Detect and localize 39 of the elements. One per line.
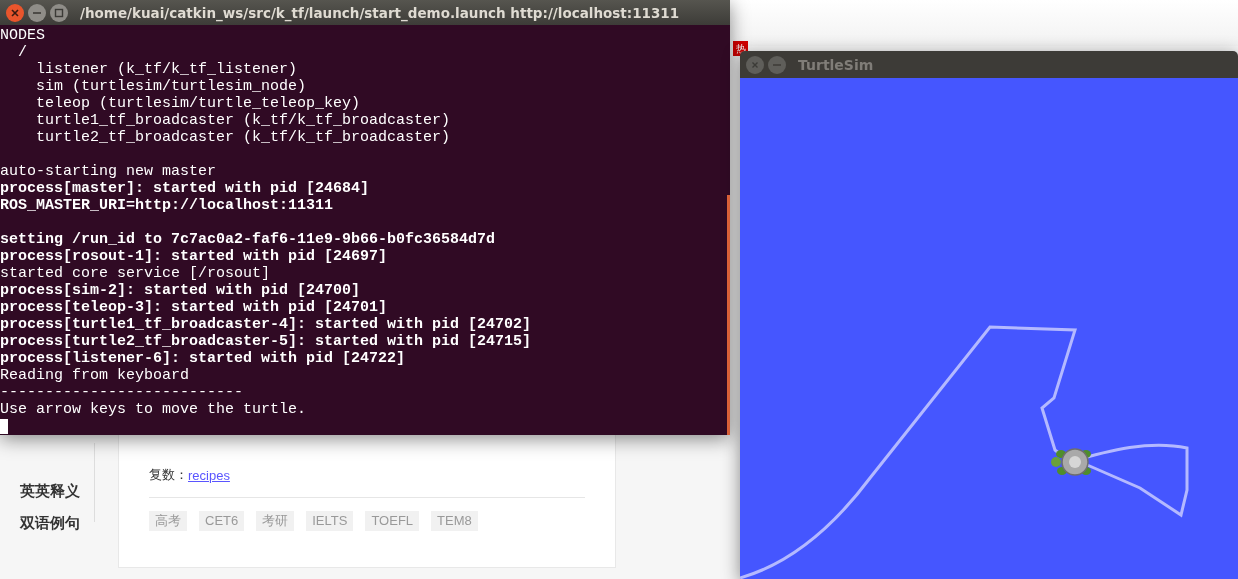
- terminal-line: started core service [/rosout]: [0, 265, 272, 282]
- terminal-line: setting /run_id to 7c7ac0a2-faf6-11e9-9b66-b0fc36584d7d: [0, 231, 497, 248]
- plural-link[interactable]: recipes: [188, 467, 230, 483]
- terminal-line: turtle2_tf_broadcaster (k_tf/k_tf_broadcaster): [35, 129, 451, 146]
- plural-label: 复数：: [149, 466, 188, 484]
- sidebar-item[interactable]: 双语例句: [20, 514, 80, 532]
- exam-tag: IELTS: [306, 511, 354, 531]
- terminal-line: process[sim-2]: started with pid [24700]: [0, 282, 362, 299]
- exam-tag: TOEFL: [365, 511, 420, 531]
- terminal-line: ---------------------------: [0, 384, 245, 401]
- maximize-button[interactable]: [50, 3, 68, 22]
- exam-tag: 考研: [256, 511, 295, 531]
- scrollbar-thumb[interactable]: [727, 195, 730, 435]
- minimize-button[interactable]: [768, 55, 786, 74]
- close-button[interactable]: [6, 3, 24, 22]
- terminal-line: process[turtle2_tf_broadcaster-5]: started with pid [24715]: [0, 333, 532, 350]
- turtle-icon: [1051, 448, 1091, 476]
- terminal-line: turtle1_tf_broadcaster (k_tf/k_tf_broadcaster): [35, 112, 451, 129]
- minimize-button[interactable]: [28, 3, 46, 22]
- sidebar-item[interactable]: 英英释义: [20, 482, 80, 500]
- terminal-line: Reading from keyboard: [0, 367, 191, 384]
- window-title: /home/kuai/catkin_ws/src/k_tf/launch/start_demo.launch http://localhost:11311: [80, 4, 681, 21]
- terminal-line: ROS_MASTER_URI=http://localhost:11311: [0, 197, 335, 214]
- exam-tag: CET6: [199, 511, 245, 531]
- terminal-line: /: [17, 44, 28, 61]
- terminal-line: process[listener-6]: started with pid [24722]: [0, 350, 407, 367]
- terminal-line: listener (k_tf/k_tf_listener): [35, 61, 299, 78]
- terminal-line: process[turtle1_tf_broadcaster-4]: started with pid [24702]: [0, 316, 532, 333]
- terminal-line: teleop (turtlesim/turtle_teleop_key): [35, 95, 362, 112]
- terminal-line: Use arrow keys to move the turtle.: [0, 401, 308, 418]
- terminal-line: NODES: [0, 27, 46, 44]
- terminal-line: sim (turtlesim/turtlesim_node): [35, 78, 308, 95]
- exam-tag: 高考: [149, 511, 187, 531]
- window-title: TurtleSim: [798, 56, 875, 73]
- terminal-line: process[teleop-3]: started with pid [24701]: [0, 299, 389, 316]
- exam-tag: TEM8: [431, 511, 478, 531]
- terminal-line: process[rosout-1]: started with pid [24697]: [0, 248, 389, 265]
- terminal-line: process[master]: started with pid [24684]: [0, 180, 370, 197]
- terminal-line: auto-starting new master: [0, 163, 218, 180]
